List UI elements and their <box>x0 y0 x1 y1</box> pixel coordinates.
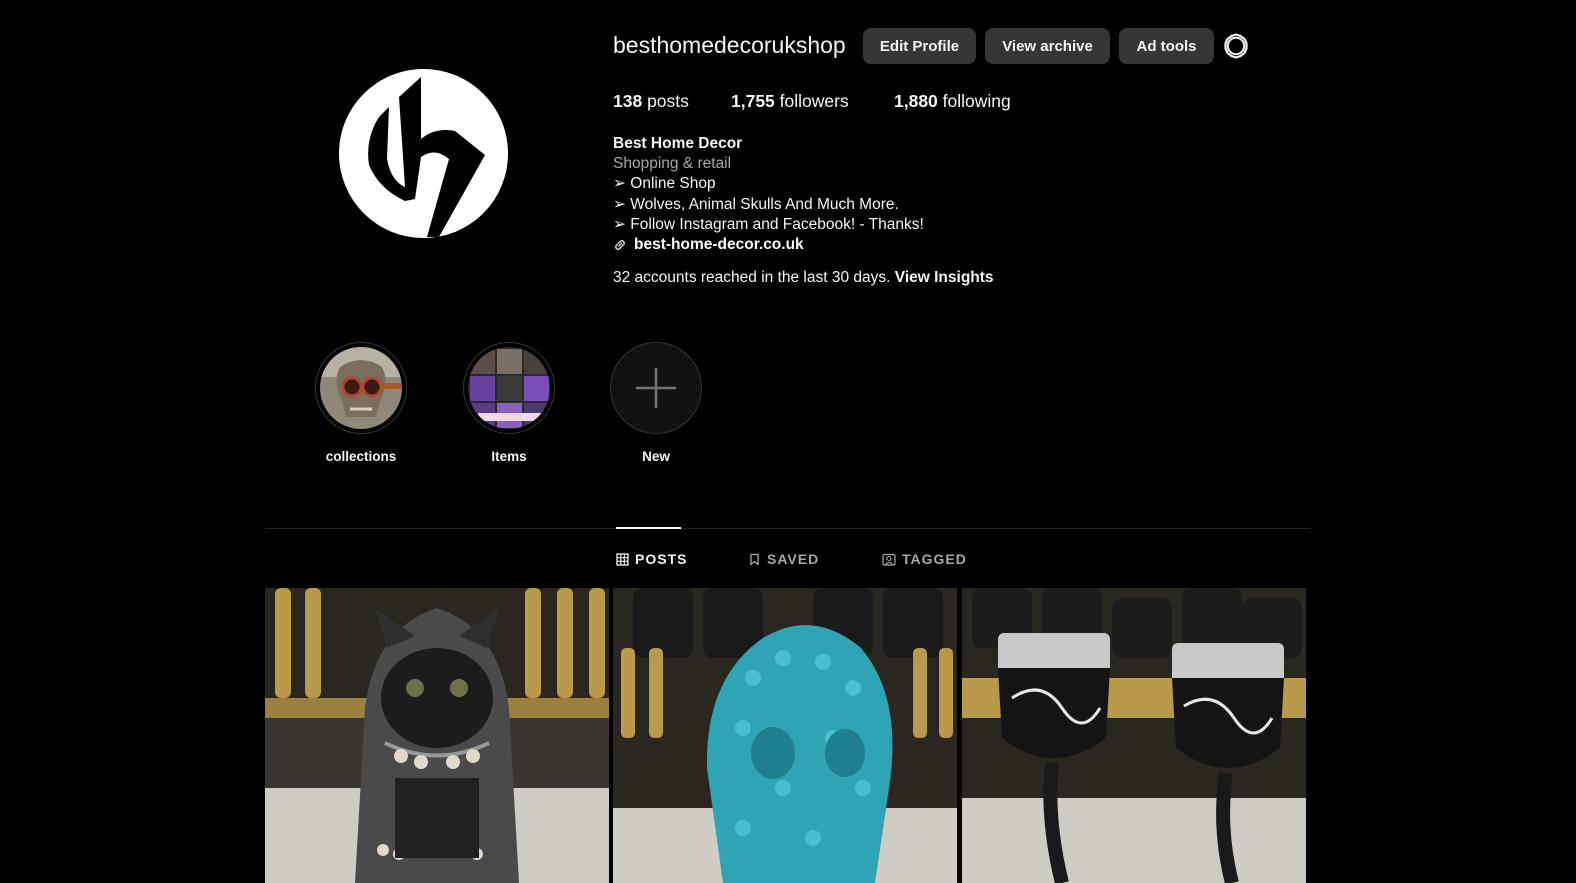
plus-icon <box>635 367 677 409</box>
ad-tools-button[interactable]: Ad tools <box>1119 28 1214 64</box>
highlight-thumbnail <box>468 347 550 429</box>
highlight-items[interactable]: Items <box>462 342 556 464</box>
post-thumbnail[interactable] <box>265 588 609 883</box>
bio-website-link[interactable]: best-home-decor.co.uk <box>634 235 804 255</box>
reach-summary: 32 accounts reached in the last 30 days.… <box>613 269 994 287</box>
profile-bio: Best Home Decor Shopping & retail ➢ Onli… <box>613 134 924 255</box>
highlight-label: collections <box>325 449 397 464</box>
gear-icon <box>1224 33 1248 59</box>
highlight-collections[interactable]: collections <box>314 342 408 464</box>
bio-name: Best Home Decor <box>613 135 743 152</box>
brand-logo <box>339 69 508 238</box>
post-image <box>962 588 1306 883</box>
tab-label: SAVED <box>767 551 820 567</box>
tab-tagged[interactable]: TAGGED <box>882 551 967 567</box>
posts-count-label: posts <box>647 91 689 111</box>
highlight-cover <box>610 342 702 434</box>
highlight-thumbnail <box>320 347 402 429</box>
bio-line: ➢ Online Shop <box>613 175 716 193</box>
bookmark-icon <box>750 553 759 565</box>
view-archive-button[interactable]: View archive <box>985 28 1110 64</box>
post-image <box>265 588 609 883</box>
settings-button[interactable] <box>1222 32 1250 60</box>
followers-count-value: 1,755 <box>731 91 775 111</box>
following-count-label: following <box>942 91 1011 111</box>
bio-link-row: best-home-decor.co.uk <box>613 235 924 255</box>
bio-category: Shopping & retail <box>613 155 732 173</box>
tabs-divider <box>265 528 1311 529</box>
highlight-label: New <box>642 449 670 464</box>
tag-person-icon <box>882 553 896 566</box>
followers-count-label: followers <box>779 91 849 111</box>
new-highlight-button[interactable]: New <box>609 342 703 464</box>
bio-line: ➢ Wolves, Animal Skulls And Much More. <box>613 195 899 213</box>
following-count-value: 1,880 <box>894 91 938 111</box>
reach-text: 32 accounts reached in the last 30 days. <box>613 269 891 286</box>
highlight-cover <box>463 342 555 434</box>
posts-count-value: 138 <box>613 91 643 111</box>
grid-icon <box>616 552 629 566</box>
followers-link[interactable]: 1,755 followers <box>731 91 849 112</box>
active-tab-indicator <box>616 527 681 529</box>
link-icon <box>615 240 625 250</box>
view-insights-link[interactable]: View Insights <box>895 269 994 286</box>
highlight-cover <box>315 342 407 434</box>
profile-username: besthomedecorukshop <box>613 32 846 58</box>
highlight-label: Items <box>491 449 527 464</box>
following-link[interactable]: 1,880 following <box>894 91 1011 112</box>
bio-line: ➢ Follow Instagram and Facebook! - Thank… <box>613 215 924 233</box>
post-image <box>613 588 957 883</box>
post-thumbnail[interactable] <box>613 588 957 883</box>
post-thumbnail[interactable] <box>962 588 1306 883</box>
tab-saved[interactable]: SAVED <box>748 551 819 567</box>
posts-count: 138 posts <box>613 91 689 112</box>
profile-avatar[interactable] <box>339 69 508 238</box>
tab-label: POSTS <box>635 551 688 567</box>
tab-label: TAGGED <box>902 551 967 567</box>
tab-posts[interactable]: POSTS <box>616 551 687 567</box>
edit-profile-button[interactable]: Edit Profile <box>863 28 976 64</box>
